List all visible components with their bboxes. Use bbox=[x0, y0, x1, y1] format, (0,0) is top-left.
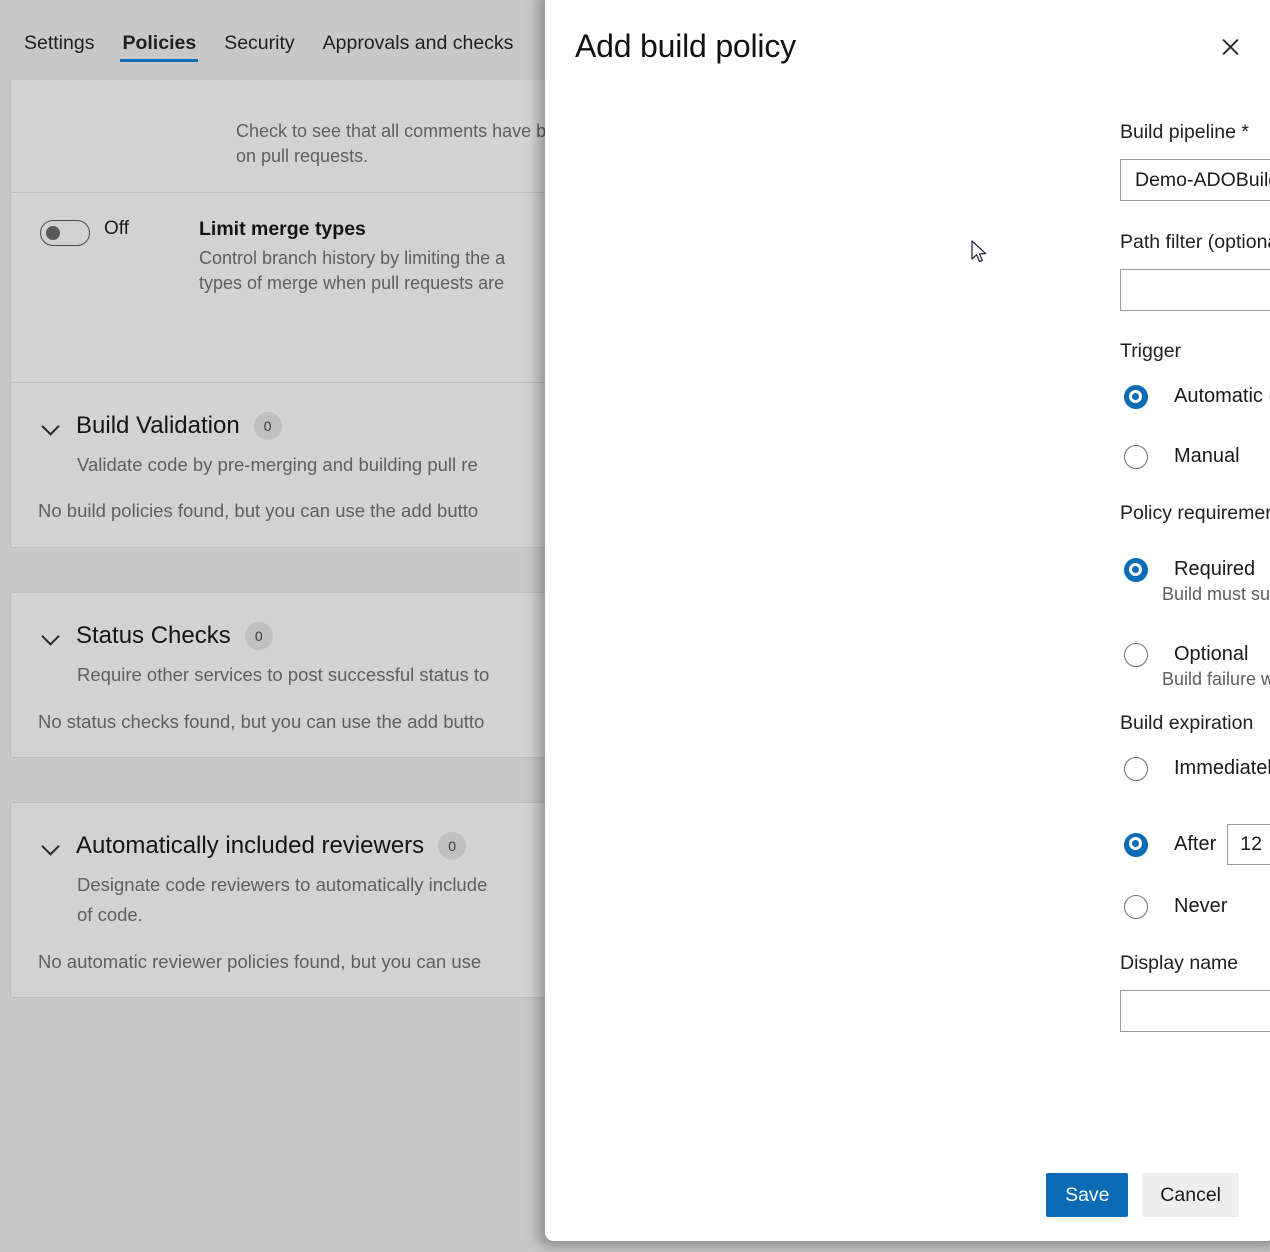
automatic-reviewers-count: 0 bbox=[438, 832, 466, 860]
chevron-down-icon[interactable] bbox=[40, 835, 62, 857]
policy-requirement-option-optional[interactable]: Optional bbox=[1124, 641, 1249, 668]
trigger-group-label: Trigger bbox=[1120, 340, 1181, 363]
build-expiration-group-label: Build expiration bbox=[1120, 712, 1253, 735]
dialog-header: Add build policy bbox=[575, 26, 1247, 66]
radio-icon[interactable] bbox=[1124, 833, 1148, 857]
display-name-input[interactable] bbox=[1120, 990, 1270, 1032]
build-expiration-option-after[interactable]: After hours if main has been updated bbox=[1124, 824, 1270, 865]
automatic-reviewers-desc-line1: Designate code reviewers to automaticall… bbox=[77, 869, 487, 900]
automatic-reviewers-desc-line2: of code. bbox=[77, 899, 143, 930]
tab-policies[interactable]: Policies bbox=[108, 22, 210, 80]
dialog-title: Add build policy bbox=[575, 26, 796, 66]
radio-icon[interactable] bbox=[1124, 445, 1148, 469]
build-expiration-immediately-label: Immediately when main is updated bbox=[1174, 755, 1270, 782]
trigger-option-manual-label: Manual bbox=[1174, 443, 1240, 470]
cancel-button[interactable]: Cancel bbox=[1142, 1173, 1239, 1217]
status-checks-desc: Require other services to post successfu… bbox=[77, 659, 489, 690]
build-validation-desc: Validate code by pre-merging and buildin… bbox=[77, 449, 478, 480]
policy-requirement-optional-description: Build failure will not block completion … bbox=[1162, 669, 1270, 690]
after-prefix-text: After bbox=[1174, 833, 1216, 856]
policy-requirement-optional-label: Optional bbox=[1174, 641, 1249, 668]
limit-merge-types-toggle[interactable] bbox=[40, 220, 90, 246]
radio-icon[interactable] bbox=[1124, 385, 1148, 409]
section-header-automatic-reviewers[interactable]: Automatically included reviewers 0 bbox=[40, 832, 466, 860]
chevron-down-icon[interactable] bbox=[40, 625, 62, 647]
radio-icon[interactable] bbox=[1124, 895, 1148, 919]
policy-requirement-required-description: Build must succeed in order to complete … bbox=[1162, 584, 1270, 605]
automatic-reviewers-title: Automatically included reviewers bbox=[76, 832, 424, 860]
section-header-build-validation[interactable]: Build Validation 0 bbox=[40, 412, 282, 440]
build-validation-count: 0 bbox=[254, 412, 282, 440]
path-filter-input[interactable] bbox=[1120, 269, 1270, 311]
limit-merge-types-toggle-label: Off bbox=[104, 218, 199, 240]
screen-root: Settings Policies Security Approvals and… bbox=[0, 0, 1270, 1252]
add-build-policy-dialog: Add build policy Build pipeline * Demo-A… bbox=[545, 0, 1270, 1241]
close-icon[interactable] bbox=[1213, 30, 1247, 64]
build-expiration-option-immediately[interactable]: Immediately when main is updated bbox=[1124, 755, 1270, 782]
tab-security[interactable]: Security bbox=[210, 22, 308, 80]
status-checks-count: 0 bbox=[245, 622, 273, 650]
policy-requirement-group-label: Policy requirement bbox=[1120, 502, 1270, 525]
toggle-knob bbox=[46, 226, 60, 240]
save-button[interactable]: Save bbox=[1046, 1173, 1128, 1217]
policy-requirement-required-label: Required bbox=[1174, 556, 1255, 583]
path-filter-label: Path filter (optional) bbox=[1120, 231, 1270, 254]
radio-icon[interactable] bbox=[1124, 643, 1148, 667]
tab-approvals-and-checks[interactable]: Approvals and checks bbox=[309, 22, 528, 80]
dialog-footer: Save Cancel bbox=[545, 1149, 1270, 1241]
chevron-down-icon[interactable] bbox=[40, 415, 62, 437]
policy-requirement-option-required[interactable]: Required bbox=[1124, 556, 1255, 583]
build-expiration-option-never[interactable]: Never bbox=[1124, 893, 1227, 920]
build-pipeline-label: Build pipeline * bbox=[1120, 121, 1249, 144]
immediately-prefix-text: Immediately when bbox=[1174, 757, 1270, 779]
status-checks-empty-message: No status checks found, but you can use … bbox=[38, 711, 484, 733]
section-header-status-checks[interactable]: Status Checks 0 bbox=[40, 622, 273, 650]
display-name-label: Display name bbox=[1120, 952, 1238, 975]
build-pipeline-select[interactable]: Demo-ADOBuild bbox=[1120, 159, 1270, 201]
status-checks-title: Status Checks bbox=[76, 622, 231, 650]
radio-icon[interactable] bbox=[1124, 558, 1148, 582]
build-validation-title: Build Validation bbox=[76, 412, 240, 440]
trigger-option-automatic[interactable]: Automatic (whenever the source branch is… bbox=[1124, 383, 1270, 410]
trigger-option-manual[interactable]: Manual bbox=[1124, 443, 1240, 470]
expiration-hours-input[interactable] bbox=[1227, 824, 1270, 865]
automatic-reviewers-empty-message: No automatic reviewer policies found, bu… bbox=[38, 951, 481, 973]
tab-settings[interactable]: Settings bbox=[10, 22, 108, 80]
radio-icon[interactable] bbox=[1124, 757, 1148, 781]
build-validation-empty-message: No build policies found, but you can use… bbox=[38, 500, 478, 522]
build-pipeline-selected-value: Demo-ADOBuild bbox=[1135, 169, 1270, 192]
build-expiration-never-label: Never bbox=[1174, 893, 1227, 920]
trigger-option-automatic-label: Automatic (whenever the source branch is… bbox=[1174, 383, 1270, 410]
dialog-body: Add build policy Build pipeline * Demo-A… bbox=[545, 0, 1270, 1225]
